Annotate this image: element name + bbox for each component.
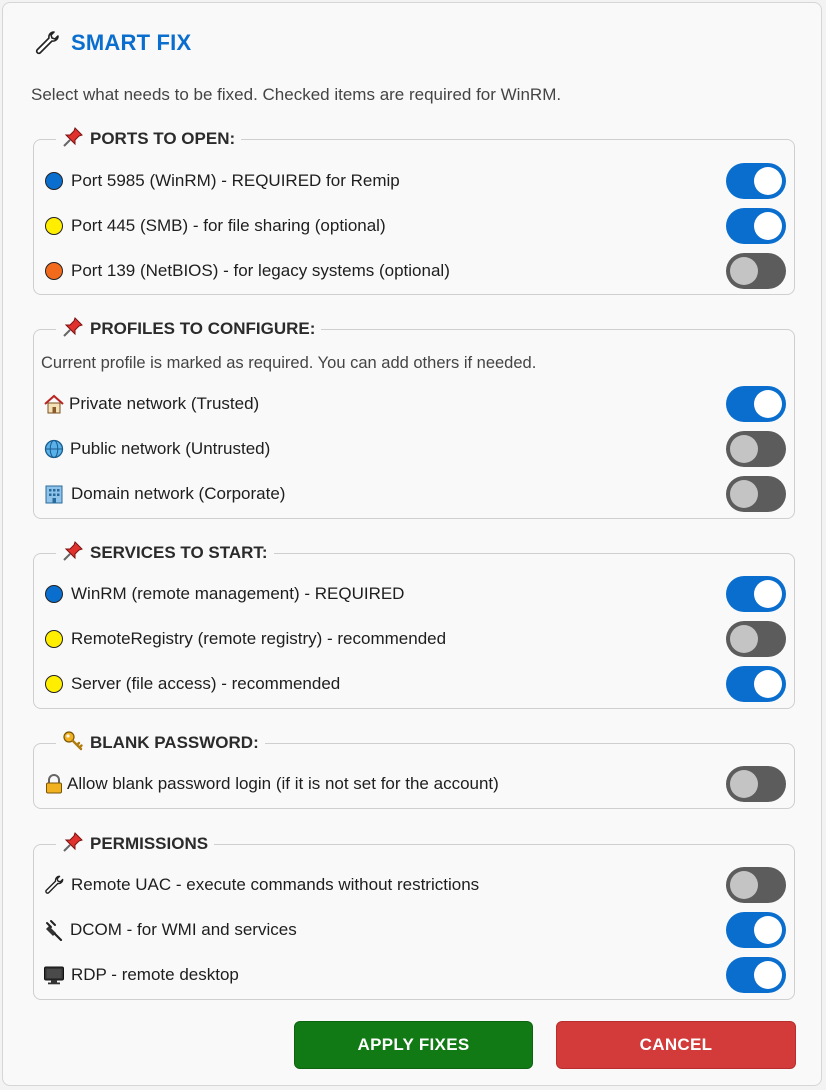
winrm-service-label: WinRM (remote management) - REQUIRED xyxy=(71,583,405,603)
group-profiles-title: PROFILES TO CONFIGURE: xyxy=(90,319,316,338)
winrm-service-toggle[interactable] xyxy=(726,575,786,612)
blue-circle-icon xyxy=(43,170,65,192)
dialog-header: SMART FIX xyxy=(33,29,191,57)
public-network-label: Public network (Untrusted) xyxy=(70,438,271,458)
public-network-row: Public network (Untrusted) xyxy=(34,426,794,471)
wrench-icon xyxy=(33,29,61,57)
group-profiles: PROFILES TO CONFIGURE: Current profile i… xyxy=(33,316,795,519)
rdp-row: RDP - remote desktop xyxy=(34,952,794,997)
winrm-service-row: WinRM (remote management) - REQUIRED xyxy=(34,571,794,616)
group-blank-password-title: BLANK PASSWORD: xyxy=(90,733,259,752)
group-ports: PORTS TO OPEN: Port 5985 (WinRM) - REQUI… xyxy=(33,126,795,295)
plug-icon xyxy=(43,919,65,941)
pushpin-icon xyxy=(62,126,84,153)
group-ports-header: PORTS TO OPEN: xyxy=(56,126,242,153)
group-services-title: SERVICES TO START: xyxy=(90,543,268,562)
dcom-toggle[interactable] xyxy=(726,911,786,948)
server-service-row: Server (file access) - recommended xyxy=(34,661,794,706)
port-445-toggle[interactable] xyxy=(726,207,786,244)
private-network-toggle[interactable] xyxy=(726,385,786,422)
lock-icon xyxy=(43,773,65,795)
orange-circle-icon xyxy=(43,260,65,282)
group-blank-password-header: BLANK PASSWORD: xyxy=(56,730,265,757)
remote-registry-row: RemoteRegistry (remote registry) - recom… xyxy=(34,616,794,661)
server-service-label: Server (file access) - recommended xyxy=(71,673,341,693)
group-services-header: SERVICES TO START: xyxy=(56,540,274,567)
smart-fix-dialog: SMART FIX Select what needs to be fixed.… xyxy=(2,2,822,1086)
remote-uac-toggle[interactable] xyxy=(726,866,786,903)
dialog-title: SMART FIX xyxy=(71,30,192,55)
profiles-note: Current profile is marked as required. Y… xyxy=(41,354,537,372)
house-icon xyxy=(43,393,65,415)
port-5985-label: Port 5985 (WinRM) - REQUIRED for Remip xyxy=(71,170,400,190)
domain-network-toggle[interactable] xyxy=(726,475,786,512)
domain-network-label: Domain network (Corporate) xyxy=(71,483,286,503)
group-services: SERVICES TO START: WinRM (remote managem… xyxy=(33,540,795,709)
port-5985-toggle[interactable] xyxy=(726,162,786,199)
pushpin-icon xyxy=(62,831,84,858)
group-blank-password: BLANK PASSWORD: Allow blank password log… xyxy=(33,730,795,809)
apply-fixes-button[interactable]: APPLY FIXES xyxy=(294,1021,533,1069)
dialog-subtitle: Select what needs to be fixed. Checked i… xyxy=(31,85,562,104)
remote-uac-label: Remote UAC - execute commands without re… xyxy=(71,874,480,894)
monitor-icon xyxy=(43,964,65,986)
port-139-toggle[interactable] xyxy=(726,252,786,289)
wrench-icon xyxy=(43,874,65,896)
domain-network-row: Domain network (Corporate) xyxy=(34,471,794,516)
globe-icon xyxy=(43,438,65,460)
private-network-row: Private network (Trusted) xyxy=(34,381,794,426)
port-445-label: Port 445 (SMB) - for file sharing (optio… xyxy=(71,215,386,235)
group-permissions-title: PERMISSIONS xyxy=(90,834,209,853)
key-icon xyxy=(62,730,84,757)
blank-password-toggle[interactable] xyxy=(726,765,786,802)
cancel-button[interactable]: CANCEL xyxy=(556,1021,796,1069)
dcom-label: DCOM - for WMI and services xyxy=(70,919,297,939)
server-service-toggle[interactable] xyxy=(726,665,786,702)
group-permissions: PERMISSIONS Remote UAC - execute command… xyxy=(33,831,795,1000)
port-139-label: Port 139 (NetBIOS) - for legacy systems … xyxy=(71,260,450,280)
office-building-icon xyxy=(43,483,65,505)
blue-circle-icon xyxy=(43,583,65,605)
dcom-row: DCOM - for WMI and services xyxy=(34,907,794,952)
yellow-circle-icon xyxy=(43,628,65,650)
group-ports-title: PORTS TO OPEN: xyxy=(90,129,236,148)
public-network-toggle[interactable] xyxy=(726,430,786,467)
remote-uac-row: Remote UAC - execute commands without re… xyxy=(34,862,794,907)
remote-registry-label: RemoteRegistry (remote registry) - recom… xyxy=(71,628,447,648)
blank-password-label: Allow blank password login (if it is not… xyxy=(67,773,499,793)
pushpin-icon xyxy=(62,540,84,567)
private-network-label: Private network (Trusted) xyxy=(69,393,260,413)
pushpin-icon xyxy=(62,316,84,343)
yellow-circle-icon xyxy=(43,215,65,237)
port-5985-row: Port 5985 (WinRM) - REQUIRED for Remip xyxy=(34,158,794,203)
remote-registry-toggle[interactable] xyxy=(726,620,786,657)
group-profiles-header: PROFILES TO CONFIGURE: xyxy=(56,316,322,343)
rdp-toggle[interactable] xyxy=(726,956,786,993)
group-permissions-header: PERMISSIONS xyxy=(56,831,215,858)
blank-password-row: Allow blank password login (if it is not… xyxy=(34,761,794,806)
port-139-row: Port 139 (NetBIOS) - for legacy systems … xyxy=(34,248,794,293)
port-445-row: Port 445 (SMB) - for file sharing (optio… xyxy=(34,203,794,248)
rdp-label: RDP - remote desktop xyxy=(71,964,239,984)
yellow-circle-icon xyxy=(43,673,65,695)
